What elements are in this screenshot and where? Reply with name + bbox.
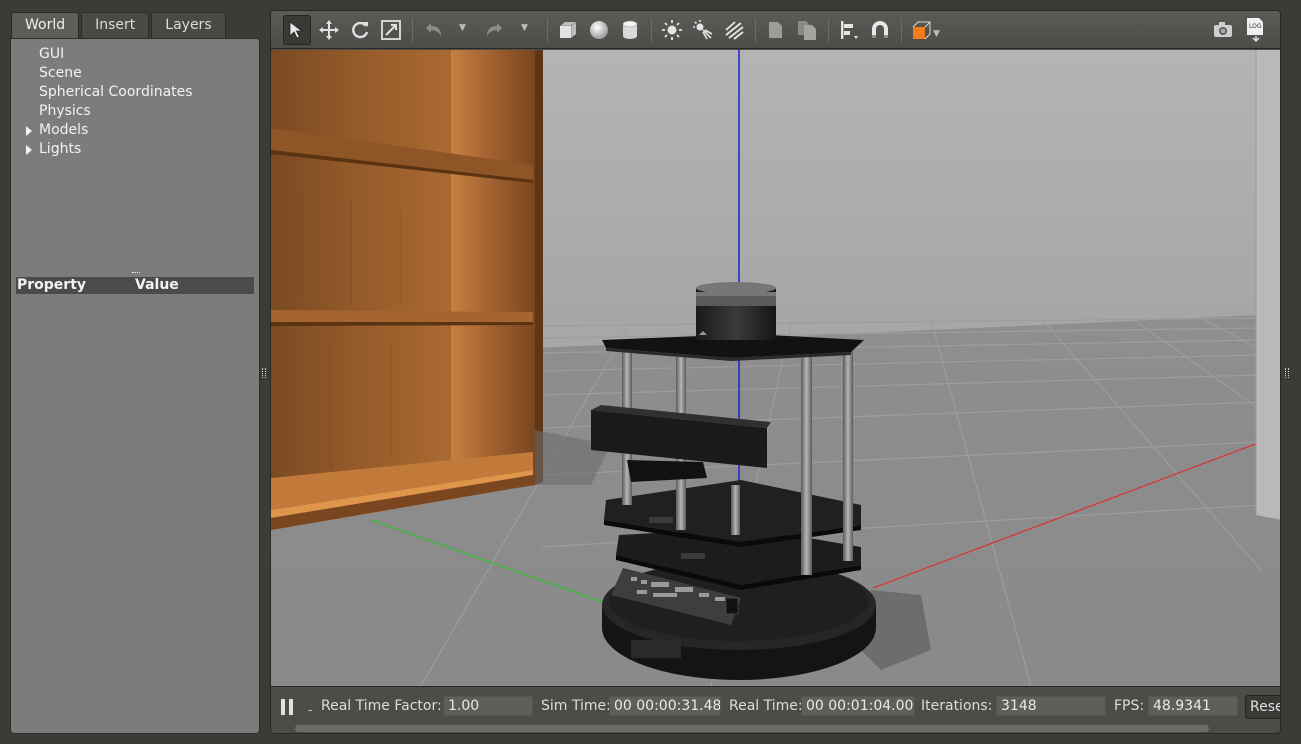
cylinder-icon <box>622 20 638 39</box>
world-tree: GUI Scene Spherical Coordinates Physics … <box>11 45 259 159</box>
camera-icon <box>1214 22 1232 37</box>
left-panel-tabs: World Insert Layers <box>11 12 228 38</box>
align-icon <box>841 21 858 39</box>
paste-icon <box>798 21 816 40</box>
tab-insert[interactable]: Insert <box>81 12 150 38</box>
redo-button[interactable] <box>481 15 509 45</box>
align-button[interactable] <box>835 15 863 45</box>
toolbar-separator <box>651 18 652 42</box>
pause-icon <box>281 699 285 715</box>
tree-item-gui[interactable]: GUI <box>11 45 259 64</box>
copy-icon <box>769 22 782 38</box>
sphere-icon <box>590 21 608 39</box>
undo-history-dropdown[interactable]: ▼ <box>459 23 469 37</box>
sphere-shape-button[interactable] <box>585 15 613 45</box>
sun-icon <box>662 20 682 40</box>
expand-arrow-icon[interactable] <box>26 126 32 136</box>
tree-item-scene[interactable]: Scene <box>11 64 259 83</box>
arrow-cursor-icon <box>289 21 304 39</box>
toolbar-separator <box>901 18 902 42</box>
real-time-factor-field: 1.00 <box>443 696 533 716</box>
screenshot-button[interactable] <box>1209 15 1237 45</box>
iterations-field: 3148 <box>996 696 1106 716</box>
snap-button[interactable] <box>866 15 894 45</box>
spot-light-icon <box>693 20 713 40</box>
scene-render <box>271 50 1280 686</box>
view-angle-dropdown[interactable]: ▼ <box>933 29 943 43</box>
select-mode-button[interactable] <box>283 15 311 45</box>
tree-item-label: Scene <box>39 65 82 81</box>
panel-splitter-handle[interactable] <box>132 272 140 274</box>
fps-field: 48.9341 <box>1148 696 1238 716</box>
point-light-button[interactable] <box>658 15 686 45</box>
world-panel: GUI Scene Spherical Coordinates Physics … <box>10 38 260 734</box>
pause-button[interactable] <box>281 699 295 715</box>
tab-world[interactable]: World <box>11 12 80 38</box>
cylinder-shape-button[interactable] <box>616 15 644 45</box>
sim-time-label: Sim Time: <box>541 698 611 714</box>
directional-light-icon <box>725 21 744 40</box>
tree-item-models[interactable]: Models <box>11 121 259 140</box>
toolbar-separator <box>547 18 548 42</box>
fps-label: FPS: <box>1114 698 1145 714</box>
directional-light-button[interactable] <box>720 15 748 45</box>
tree-item-label: Models <box>39 122 89 138</box>
property-column-header[interactable]: Property <box>16 277 135 294</box>
reset-time-button[interactable]: Reset <box>1245 695 1280 719</box>
undo-icon <box>426 23 441 36</box>
expand-arrow-icon[interactable] <box>26 145 32 155</box>
value-column-header[interactable]: Value <box>135 277 179 294</box>
redo-history-dropdown[interactable]: ▼ <box>521 23 531 37</box>
left-panel-collapse-handle[interactable] <box>262 368 266 378</box>
real-time-factor-label: Real Time Factor: <box>321 698 442 714</box>
box-shape-button[interactable] <box>554 15 582 45</box>
log-icon: LOG <box>1247 18 1263 43</box>
toolbar-separator <box>755 18 756 42</box>
paste-button[interactable] <box>793 15 821 45</box>
toolbar-separator <box>412 18 413 42</box>
real-time-label: Real Time: <box>729 698 803 714</box>
toolbar-separator <box>828 18 829 42</box>
log-icon-label: LOG <box>1249 23 1262 30</box>
log-button[interactable]: LOG <box>1241 15 1269 45</box>
tree-item-label: Spherical Coordinates <box>39 84 193 100</box>
rotate-mode-button[interactable] <box>346 15 374 45</box>
tree-item-lights[interactable]: Lights <box>11 140 259 159</box>
scale-icon <box>381 20 401 40</box>
pause-icon <box>289 699 293 715</box>
iterations-label: Iterations: <box>921 698 993 714</box>
right-wall <box>1256 50 1280 520</box>
view-angle-button[interactable] <box>907 15 935 45</box>
right-panel-collapse-handle[interactable] <box>1285 368 1289 378</box>
tab-layers[interactable]: Layers <box>151 12 226 38</box>
tree-item-label: Physics <box>39 103 91 119</box>
spot-light-button[interactable] <box>689 15 717 45</box>
tree-item-label: Lights <box>39 141 82 157</box>
rotate-icon <box>352 21 369 39</box>
translate-mode-button[interactable] <box>315 15 343 45</box>
step-button[interactable]: - <box>308 703 312 717</box>
view-cube-icon <box>912 21 931 40</box>
magnet-icon <box>872 21 888 38</box>
sim-time-field: 00 00:00:31.480 <box>609 696 721 716</box>
horizontal-scrollbar[interactable] <box>295 725 1209 732</box>
undo-button[interactable] <box>419 15 447 45</box>
box-icon <box>560 21 577 38</box>
3d-viewport[interactable] <box>271 50 1280 686</box>
main-area: ▼ ▼ ▼ LOG - Real Time Factor: 1.00 Sim T… <box>270 10 1281 734</box>
copy-button[interactable] <box>762 15 790 45</box>
tree-item-spherical-coordinates[interactable]: Spherical Coordinates <box>11 83 259 102</box>
redo-icon <box>487 23 502 36</box>
tree-item-physics[interactable]: Physics <box>11 102 259 121</box>
move-cross-icon <box>319 20 339 40</box>
tree-item-label: GUI <box>39 46 65 62</box>
real-time-field: 00 00:01:04.003 <box>801 696 915 716</box>
property-table-header: Property Value <box>16 277 254 294</box>
bottom-status-bar: - Real Time Factor: 1.00 Sim Time: 00 00… <box>271 686 1280 733</box>
toolbar: ▼ ▼ ▼ LOG <box>271 11 1280 49</box>
scale-mode-button[interactable] <box>377 15 405 45</box>
